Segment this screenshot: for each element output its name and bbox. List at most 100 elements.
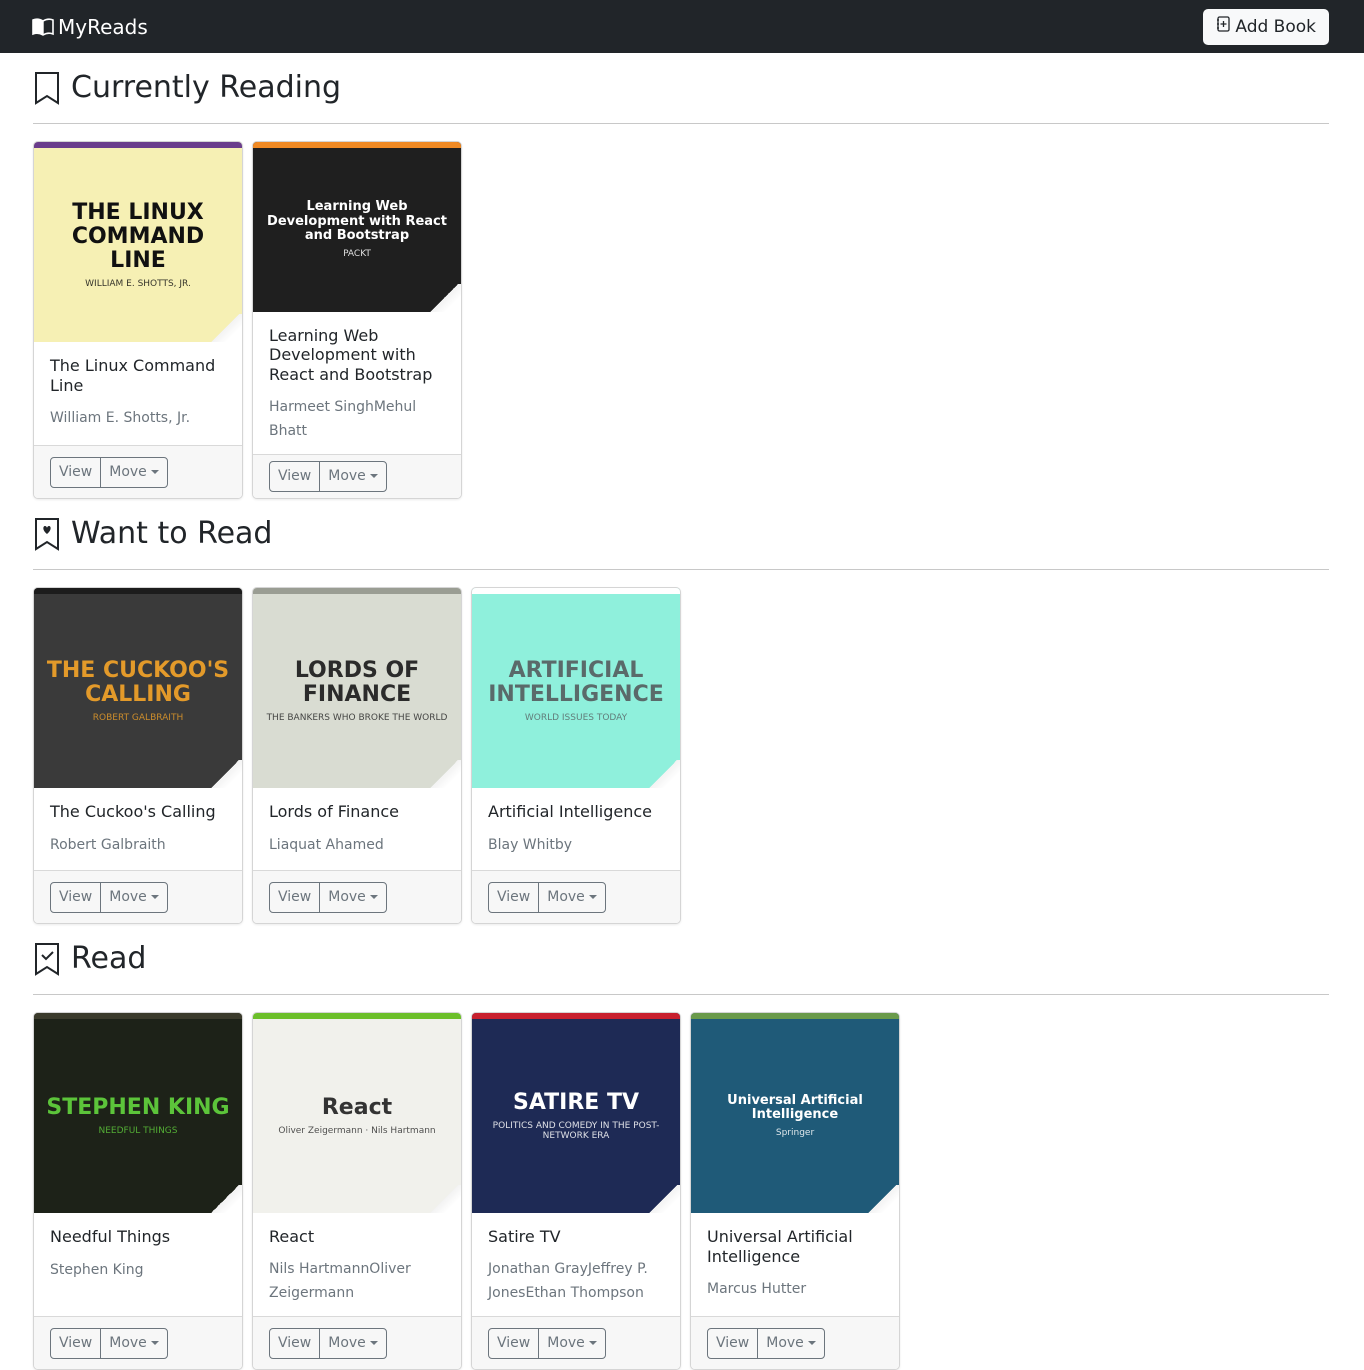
card-footer: View Move bbox=[253, 870, 461, 923]
move-label: Move bbox=[328, 1335, 366, 1352]
move-dropdown-button[interactable]: Move bbox=[100, 882, 167, 912]
book-authors: William E. Shotts, Jr. bbox=[50, 410, 191, 427]
move-dropdown-button[interactable]: Move bbox=[319, 1328, 386, 1358]
card-body: Needful Things Stephen King bbox=[34, 1213, 242, 1316]
view-button[interactable]: View bbox=[270, 883, 319, 912]
move-label: Move bbox=[109, 1335, 147, 1351]
book-authors: Robert Galbraith bbox=[50, 836, 166, 853]
move-dropdown-button[interactable]: Move bbox=[319, 461, 386, 491]
book-title: The Linux Command Line bbox=[50, 356, 216, 395]
view-button[interactable]: View bbox=[489, 883, 538, 912]
shelf-header: Want to Read bbox=[33, 499, 1329, 570]
move-label: Move bbox=[547, 889, 585, 905]
book-authors: Harmeet SinghMehul Bhatt bbox=[269, 399, 417, 440]
action-button-group: View Move bbox=[707, 1327, 825, 1359]
action-button-group: View Move bbox=[50, 1327, 168, 1359]
cover-subtitle: POLITICS AND COMEDY IN THE POST-NETWORK … bbox=[492, 1121, 660, 1142]
view-button[interactable]: View bbox=[51, 458, 100, 487]
shelves-container: Currently Reading THE LINUX COMMAND LINE W… bbox=[0, 53, 1364, 1370]
cover-subtitle: Oliver Zeigermann · Nils Hartmann bbox=[278, 1126, 436, 1137]
view-button[interactable]: View bbox=[51, 1329, 100, 1358]
view-button[interactable]: View bbox=[708, 1329, 757, 1358]
move-dropdown-button[interactable]: Move bbox=[100, 1328, 167, 1358]
book-card: SATIRE TV POLITICS AND COMEDY IN THE POST… bbox=[471, 1012, 681, 1370]
book-cover[interactable]: THE LINUX COMMAND LINE WILLIAM E. SHOTTS,… bbox=[34, 142, 242, 342]
action-button-group: View Move bbox=[50, 881, 168, 913]
book-authors: Blay Whitby bbox=[488, 836, 573, 853]
cover-title: Universal Artificial Intelligence bbox=[727, 1092, 863, 1122]
view-button[interactable]: View bbox=[489, 1329, 538, 1358]
book-cover[interactable]: Universal Artificial Intelligence Springe… bbox=[691, 1013, 899, 1213]
bookmark-icon bbox=[33, 71, 61, 105]
cover-title: THE LINUX COMMAND LINE bbox=[71, 199, 205, 274]
card-body: Lords of Finance Liaquat Ahamed bbox=[253, 788, 461, 870]
book-authors: Stephen King bbox=[50, 1261, 144, 1278]
book-cover[interactable]: SATIRE TV POLITICS AND COMEDY IN THE POST… bbox=[472, 1013, 680, 1213]
view-button[interactable]: View bbox=[51, 883, 100, 912]
caret-down-icon bbox=[588, 895, 597, 899]
card-body: Learning Web Development with React and … bbox=[253, 312, 461, 454]
view-button[interactable]: View bbox=[270, 1329, 319, 1358]
add-book-button[interactable]: Add Book bbox=[1203, 8, 1329, 45]
book-title: React bbox=[269, 1226, 315, 1246]
brand[interactable]: MyReads bbox=[32, 15, 148, 39]
book-list: STEPHEN KING NEEDFUL THINGS Needful Things… bbox=[33, 995, 1329, 1370]
shelf-currently-reading: Currently Reading THE LINUX COMMAND LINE W… bbox=[33, 53, 1329, 499]
journal-plus-icon bbox=[1216, 16, 1231, 37]
caret-down-icon bbox=[588, 1341, 597, 1346]
page-curl bbox=[427, 760, 461, 788]
book-cover[interactable]: THE CUCKOO'S CALLING ROBERT GALBRAITH bbox=[34, 588, 242, 788]
cover-title: React bbox=[321, 1094, 393, 1120]
book-cover[interactable]: Learning Web Development with React and … bbox=[253, 142, 461, 312]
book-cover[interactable]: React Oliver Zeigermann · Nils Hartmann bbox=[253, 1013, 461, 1213]
book-list: THE CUCKOO'S CALLING ROBERT GALBRAITH The … bbox=[33, 570, 1329, 924]
cover-subtitle: ROBERT GALBRAITH bbox=[92, 713, 184, 724]
cover-subtitle: PACKT bbox=[343, 249, 371, 260]
card-footer: View Move bbox=[34, 870, 242, 923]
book-authors: Liaquat Ahamed bbox=[269, 836, 384, 853]
shelf-read: Read STEPHEN KING NEEDFUL THINGS Needful Th… bbox=[33, 924, 1329, 1370]
book-cover[interactable]: ARTIFICIAL INTELLIGENCE WORLD ISSUES TODA… bbox=[472, 588, 680, 788]
book-card: Learning Web Development with React and … bbox=[252, 141, 462, 499]
card-footer: View Move bbox=[472, 1316, 680, 1369]
card-body: React Nils HartmannOliver Zeigermann bbox=[253, 1213, 461, 1316]
move-dropdown-button[interactable]: Move bbox=[538, 882, 605, 912]
move-label: Move bbox=[109, 464, 147, 480]
shelf-header: Currently Reading bbox=[33, 53, 1329, 124]
move-dropdown-button[interactable]: Move bbox=[757, 1328, 824, 1358]
move-dropdown-button[interactable]: Move bbox=[100, 457, 167, 487]
book-authors: Marcus Hutter bbox=[707, 1281, 807, 1298]
cover-title: STEPHEN KING bbox=[46, 1094, 230, 1120]
open-book-icon bbox=[32, 17, 54, 36]
move-label: Move bbox=[328, 468, 366, 485]
book-cover[interactable]: LORDS OF FINANCE THE BANKERS WHO BROKE TH… bbox=[253, 588, 461, 788]
page-curl bbox=[208, 1185, 242, 1213]
shelf-title: Want to Read bbox=[71, 516, 273, 551]
caret-down-icon bbox=[369, 1341, 378, 1346]
card-footer: View Move bbox=[691, 1316, 899, 1369]
cover-title: SATIRE TV bbox=[512, 1089, 640, 1115]
book-title: Needful Things bbox=[50, 1227, 171, 1246]
book-card: LORDS OF FINANCE THE BANKERS WHO BROKE TH… bbox=[252, 587, 462, 924]
shelf-want-to-read: Want to Read THE CUCKOO'S CALLING ROBERT G… bbox=[33, 499, 1329, 924]
move-dropdown-button[interactable]: Move bbox=[319, 882, 386, 912]
page-curl bbox=[427, 1184, 461, 1213]
caret-down-icon bbox=[150, 470, 159, 474]
caret-down-icon bbox=[150, 1341, 159, 1345]
page-curl bbox=[646, 760, 680, 788]
action-button-group: View Move bbox=[269, 881, 387, 913]
book-authors: Jonathan GrayJeffrey P. JonesEthan Thomp… bbox=[488, 1261, 648, 1302]
cover-subtitle: Springer bbox=[775, 1128, 815, 1139]
brand-label: MyReads bbox=[58, 14, 148, 39]
move-label: Move bbox=[547, 1335, 585, 1352]
view-button[interactable]: View bbox=[270, 462, 319, 491]
book-cover[interactable]: STEPHEN KING NEEDFUL THINGS bbox=[34, 1013, 242, 1213]
action-button-group: View Move bbox=[488, 881, 606, 913]
book-title: Artificial Intelligence bbox=[488, 802, 652, 821]
cover-title: THE CUCKOO'S CALLING bbox=[46, 657, 230, 707]
page-curl bbox=[208, 314, 242, 342]
book-title: Learning Web Development with React and … bbox=[269, 325, 433, 384]
move-dropdown-button[interactable]: Move bbox=[538, 1328, 605, 1358]
caret-down-icon bbox=[150, 895, 159, 899]
page-curl bbox=[208, 760, 242, 788]
